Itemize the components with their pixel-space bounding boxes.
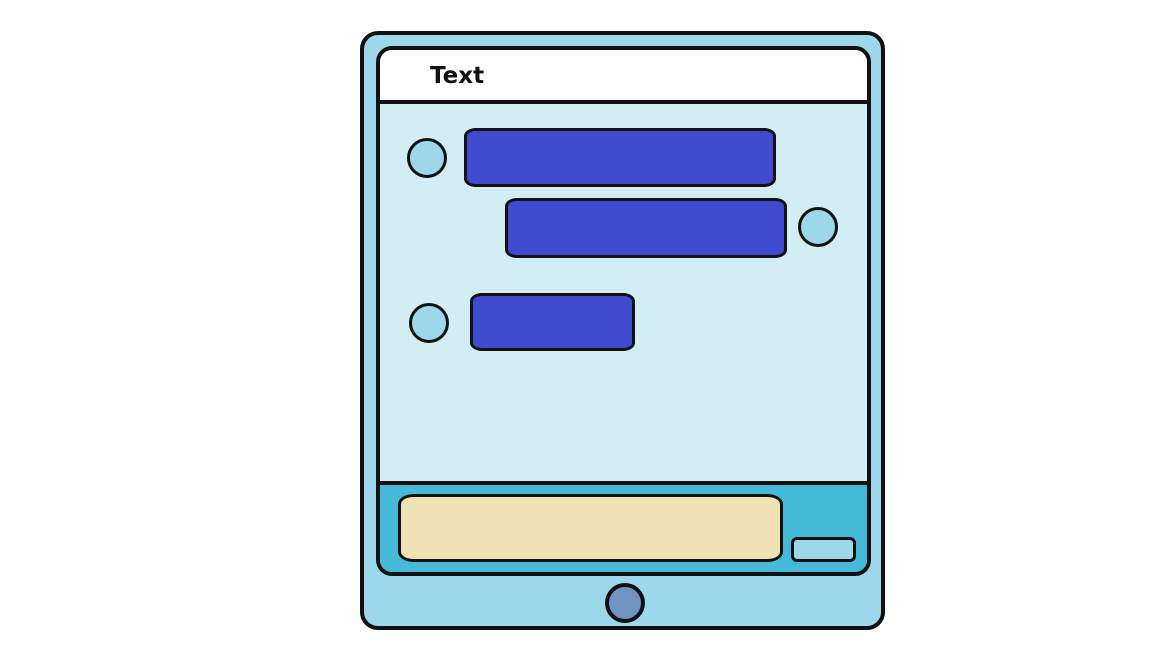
home-button-icon[interactable] <box>605 583 645 623</box>
chat-screen: Text <box>376 46 871 576</box>
avatar-icon[interactable] <box>409 303 449 343</box>
avatar-icon[interactable] <box>407 138 447 178</box>
message-bubble-sent[interactable] <box>505 198 787 258</box>
send-button[interactable] <box>791 537 856 562</box>
message-bubble-received[interactable] <box>470 293 635 351</box>
message-composer-bar <box>380 481 867 572</box>
chat-title: Text <box>430 63 485 89</box>
avatar-icon[interactable] <box>798 207 838 247</box>
message-bubble-received[interactable] <box>464 128 776 187</box>
message-input[interactable] <box>398 494 783 562</box>
chat-header: Text <box>380 50 867 104</box>
